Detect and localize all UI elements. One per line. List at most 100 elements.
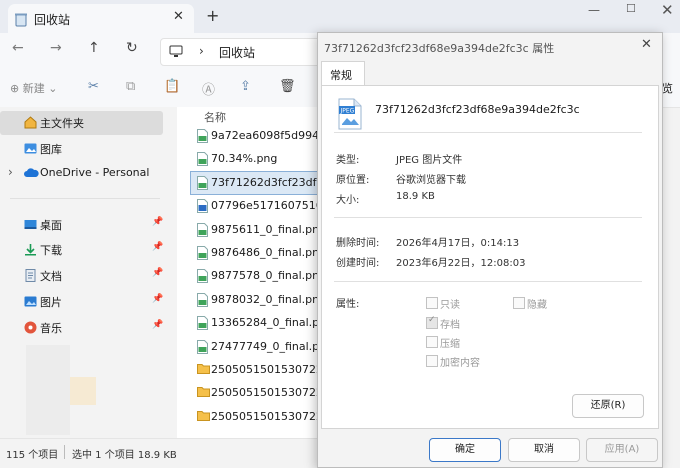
new-tab-button[interactable]: + xyxy=(206,6,219,25)
navigation-pane: 主文件夹 图库 › OneDrive - Personal 桌面 📌 下载 📌 … xyxy=(0,107,177,438)
location-label: 原位置: xyxy=(336,175,370,186)
tab-close-icon[interactable]: ✕ xyxy=(173,9,184,24)
sidebar-item-downloads[interactable]: 下载 📌 xyxy=(0,238,163,262)
rename-icon[interactable]: Ⓐ xyxy=(202,79,215,98)
file-name: 2505051501530722661 xyxy=(211,363,317,376)
copy-icon[interactable]: ⧉ xyxy=(126,79,135,94)
created-time-value: 2023年6月22日，12:08:03 xyxy=(396,258,526,269)
close-window-button[interactable]: ✕ xyxy=(661,1,674,19)
document-icon xyxy=(24,269,37,282)
refresh-icon[interactable]: ↻ xyxy=(126,40,138,56)
type-label: 类型: xyxy=(336,155,360,166)
back-arrow-icon[interactable]: ← xyxy=(12,40,24,56)
file-row[interactable]: 07796e517160751658 xyxy=(191,195,317,217)
cut-icon[interactable]: ✂ xyxy=(88,79,99,94)
file-name: 07796e517160751658 xyxy=(211,199,317,213)
pictures-icon xyxy=(24,295,37,308)
jpeg-file-icon: JPEG xyxy=(338,98,362,130)
cancel-button[interactable]: 取消 xyxy=(508,438,580,462)
pin-icon[interactable]: 📌 xyxy=(152,242,163,252)
file-name: 9878032_0_final.png xyxy=(211,292,317,306)
deleted-time-label: 删除时间: xyxy=(336,238,380,249)
folder-icon xyxy=(197,386,210,400)
tab-general[interactable]: 常规 xyxy=(321,61,365,86)
sidebar-item-desktop[interactable]: 桌面 📌 xyxy=(0,213,163,237)
apply-button[interactable]: 应用(A) xyxy=(586,438,658,462)
delete-icon[interactable]: 🗑 xyxy=(279,79,296,94)
tab-title: 回收站 xyxy=(34,13,71,27)
sidebar-item-gallery[interactable]: 图库 xyxy=(0,137,163,161)
home-icon xyxy=(24,116,37,129)
chevron-right-icon: › xyxy=(199,44,204,58)
folder-row[interactable]: 2505051501530722661 xyxy=(191,359,317,381)
file-row[interactable]: 9a72ea6098f5d994fb1 xyxy=(191,125,317,147)
browser-tab[interactable]: 回收站 ✕ xyxy=(8,4,194,33)
sidebar-item-home[interactable]: 主文件夹 xyxy=(0,111,163,135)
file-row[interactable]: 9876486_0_final.png xyxy=(191,242,317,264)
ok-button[interactable]: 确定 xyxy=(429,438,501,462)
general-panel: JPEG 73f71262d3fcf23df68e9a394de2fc3c 类型… xyxy=(321,85,659,429)
file-list: 名称 9a72ea6098f5d994fb1 70.34%.png 73f71262… xyxy=(177,107,318,438)
file-row[interactable]: 9875611_0_final.png xyxy=(191,219,317,241)
forward-arrow-icon[interactable]: → xyxy=(50,40,62,56)
properties-dialog: 73f71262d3fcf23df68e9a394de2fc3c 属性 ✕ 常规… xyxy=(317,32,663,468)
music-icon xyxy=(24,321,37,334)
image-file-icon xyxy=(197,269,208,284)
address-bar[interactable]: › 回收站 xyxy=(160,38,322,66)
file-row[interactable]: 27477749_0_final.png xyxy=(191,336,317,358)
preview-label[interactable]: 览 xyxy=(662,80,673,96)
sidebar-item-pictures[interactable]: 图片 📌 xyxy=(0,290,163,314)
file-row[interactable]: 70.34%.png xyxy=(191,148,317,170)
up-arrow-icon[interactable]: ↑ xyxy=(88,40,100,56)
column-header-name[interactable]: 名称 xyxy=(204,109,226,125)
divider xyxy=(334,281,642,282)
new-button[interactable]: ⊕ 新建 ⌄ xyxy=(10,80,57,96)
type-value: JPEG 图片文件 xyxy=(396,155,463,166)
sidebar-item-documents[interactable]: 文档 📌 xyxy=(0,264,163,288)
attributes-label: 属性: xyxy=(336,299,360,310)
minimize-button[interactable]: — xyxy=(588,3,600,17)
pin-icon[interactable]: 📌 xyxy=(152,294,163,304)
file-row[interactable]: 9877578_0_final.png xyxy=(191,265,317,287)
created-time-label: 创建时间: xyxy=(336,258,380,269)
sidebar-item-music[interactable]: 音乐 📌 xyxy=(0,316,163,340)
folder-row[interactable]: 2505051501530722661 xyxy=(191,406,317,428)
divider xyxy=(64,445,65,459)
image-file-icon xyxy=(197,292,208,307)
divider xyxy=(334,217,642,218)
dialog-close-icon[interactable]: ✕ xyxy=(641,37,652,52)
sidebar-item-onedrive[interactable]: › OneDrive - Personal xyxy=(0,162,163,186)
folder-icon xyxy=(197,363,210,377)
svg-text:JPEG: JPEG xyxy=(340,108,355,115)
cloud-icon xyxy=(24,167,39,180)
blurred-region xyxy=(26,345,70,435)
expand-chevron-icon[interactable]: › xyxy=(8,165,13,179)
file-row[interactable]: 73f71262d3fcf23df68e xyxy=(190,170,318,195)
file-name: 73f71262d3fcf23df68e9a394de2fc3c xyxy=(375,103,580,116)
restore-button[interactable]: 还原(R) xyxy=(572,394,644,418)
pin-icon[interactable]: 📌 xyxy=(152,217,163,227)
file-name: 70.34%.png xyxy=(211,152,278,166)
file-name: 9876486_0_final.png xyxy=(211,246,317,259)
share-icon[interactable]: ⇪ xyxy=(240,79,251,94)
image-file-icon xyxy=(197,222,208,237)
size-value: 18.9 KB xyxy=(396,191,435,202)
pin-icon[interactable]: 📌 xyxy=(152,268,163,278)
divider xyxy=(10,198,160,199)
file-row[interactable]: 13365284_0_final.png xyxy=(191,312,317,334)
address-location: 回收站 xyxy=(219,46,256,60)
location-value: 谷歌浏览器下载 xyxy=(396,175,466,186)
folder-row[interactable]: 2505051501530722661 xyxy=(191,382,317,404)
file-name: 9a72ea6098f5d994fb1 xyxy=(211,129,317,142)
dialog-title: 73f71262d3fcf23df68e9a394de2fc3c 属性 xyxy=(324,42,555,55)
file-row[interactable]: 9878032_0_final.png xyxy=(191,289,317,311)
download-icon xyxy=(24,243,37,256)
paste-icon[interactable]: 📋 xyxy=(164,79,180,94)
pin-icon[interactable]: 📌 xyxy=(152,320,163,330)
file-name: 13365284_0_final.png xyxy=(211,316,317,330)
deleted-time-value: 2026年4月17日，0:14:13 xyxy=(396,238,520,249)
maximize-button[interactable]: ☐ xyxy=(626,2,636,15)
divider xyxy=(334,132,642,133)
image-file-icon xyxy=(197,152,208,167)
image-file-icon xyxy=(197,175,208,190)
